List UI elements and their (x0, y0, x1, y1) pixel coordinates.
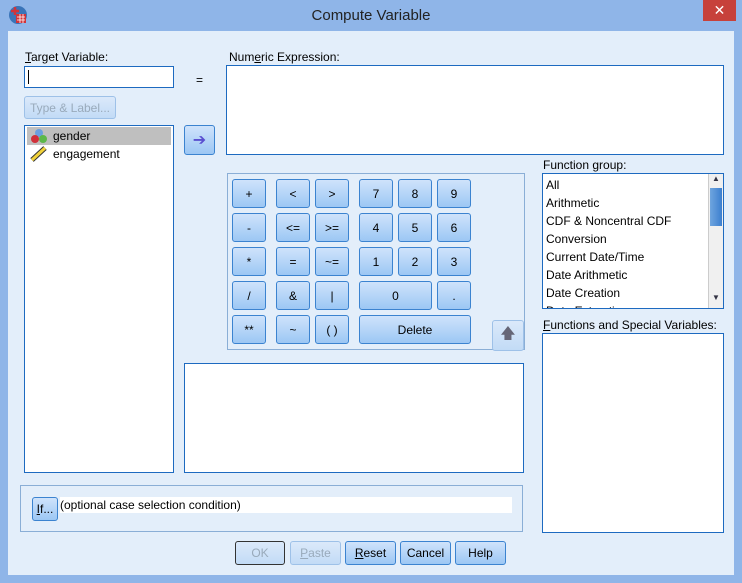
calc-button[interactable]: & (276, 281, 310, 310)
functions-label: Functions and Special Variables: (543, 318, 717, 332)
equals-sign: = (196, 73, 204, 87)
nominal-icon (31, 129, 47, 143)
arrow-right-icon: ➔ (192, 132, 207, 149)
type-label-button[interactable]: Type & Label... (24, 96, 116, 119)
function-group-item[interactable]: Date Extraction (543, 302, 723, 308)
variable-list[interactable]: gender engagement (24, 125, 174, 473)
title-bar: Compute Variable ✕ (0, 0, 742, 31)
calc-button[interactable]: 3 (437, 247, 471, 276)
calc-button[interactable]: * (232, 247, 266, 276)
calc-button[interactable]: + (232, 179, 266, 208)
ok-button[interactable]: OK (235, 541, 285, 565)
arrow-up-icon: 🡅 (500, 325, 516, 342)
calc-button[interactable]: ** (232, 315, 266, 344)
calc-button[interactable]: ~= (315, 247, 349, 276)
move-function-up-button[interactable]: 🡅 (492, 320, 524, 351)
text-cursor (28, 70, 29, 84)
if-button[interactable]: If... (32, 497, 58, 521)
function-group-item[interactable]: Date Arithmetic (543, 266, 723, 284)
function-group-item[interactable]: All (543, 176, 723, 194)
calc-button[interactable]: < (276, 179, 310, 208)
calc-button[interactable]: 1 (359, 247, 393, 276)
move-to-expression-button[interactable]: ➔ (184, 125, 215, 155)
functions-list[interactable] (542, 333, 724, 533)
scroll-up-icon[interactable]: ▲ (709, 174, 723, 188)
calc-button[interactable]: = (276, 247, 310, 276)
calc-button[interactable]: 5 (398, 213, 432, 242)
function-group-item[interactable]: Current Date/Time (543, 248, 723, 266)
scroll-thumb[interactable] (710, 188, 722, 226)
reset-button[interactable]: Reset (345, 541, 396, 565)
calc-button[interactable]: 8 (398, 179, 432, 208)
calc-button[interactable]: / (232, 281, 266, 310)
function-group-item[interactable]: Conversion (543, 230, 723, 248)
calc-button[interactable]: <= (276, 213, 310, 242)
calc-button[interactable]: ~ (276, 315, 310, 344)
calc-button[interactable]: | (315, 281, 349, 310)
paste-button[interactable]: Paste (290, 541, 341, 565)
function-group-list[interactable]: All Arithmetic CDF & Noncentral CDF Convers… (542, 173, 724, 309)
target-variable-label: Target Variable: (25, 50, 109, 64)
calc-button[interactable]: - (232, 213, 266, 242)
calc-button[interactable]: 9 (437, 179, 471, 208)
function-description-box (184, 363, 524, 473)
calc-button[interactable]: 2 (398, 247, 432, 276)
calc-button[interactable]: 0 (359, 281, 432, 310)
variable-item-engagement[interactable]: engagement (27, 145, 171, 163)
calc-button[interactable]: > (315, 179, 349, 208)
function-group-item[interactable]: CDF & Noncentral CDF (543, 212, 723, 230)
calc-button[interactable]: >= (315, 213, 349, 242)
if-condition-text: (optional case selection condition) (60, 497, 512, 513)
variable-item-gender[interactable]: gender (27, 127, 171, 145)
calc-button[interactable]: Delete (359, 315, 471, 344)
calc-button[interactable]: 4 (359, 213, 393, 242)
calc-button[interactable]: . (437, 281, 471, 310)
scale-ruler-icon (30, 146, 47, 162)
window-title: Compute Variable (311, 7, 431, 24)
function-group-scrollbar[interactable]: ▲ ▼ (708, 174, 723, 308)
numeric-expression-input[interactable] (226, 65, 724, 155)
calc-button[interactable]: 6 (437, 213, 471, 242)
target-variable-input[interactable] (24, 66, 174, 88)
function-group-label: Function group: (543, 158, 627, 172)
cancel-button[interactable]: Cancel (400, 541, 451, 565)
function-group-item[interactable]: Arithmetic (543, 194, 723, 212)
calc-button[interactable]: 7 (359, 179, 393, 208)
help-button[interactable]: Help (455, 541, 506, 565)
scroll-down-icon[interactable]: ▼ (709, 293, 723, 307)
close-button[interactable]: ✕ (703, 0, 736, 21)
numeric-expression-label: Numeric Expression: (229, 50, 340, 64)
function-group-item[interactable]: Date Creation (543, 284, 723, 302)
calc-button[interactable]: ( ) (315, 315, 349, 344)
